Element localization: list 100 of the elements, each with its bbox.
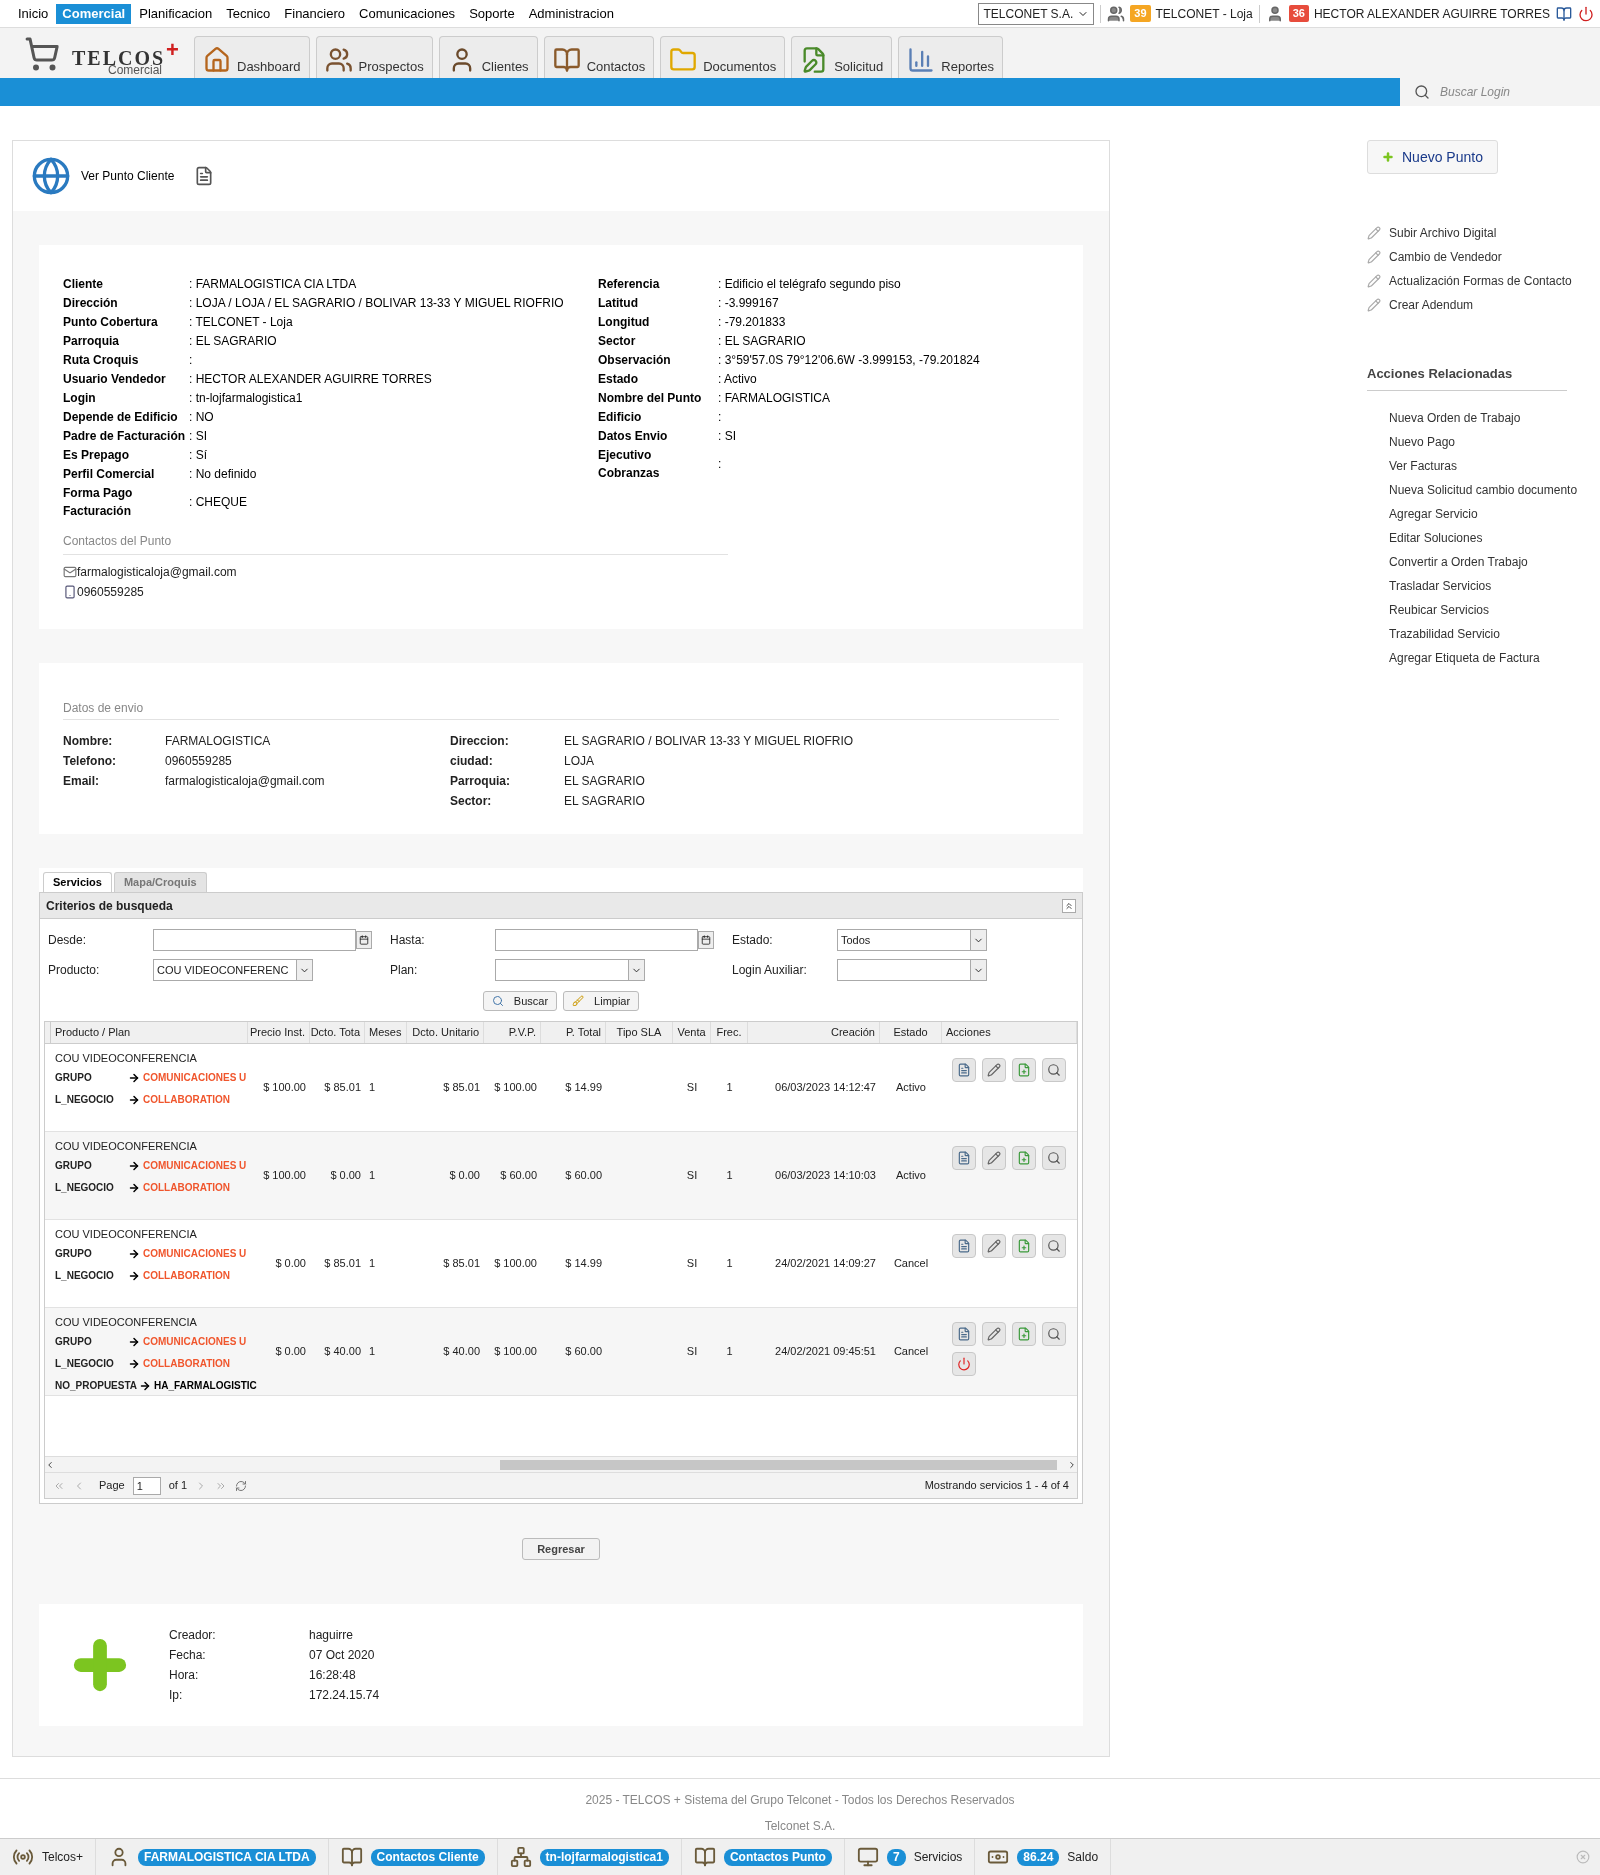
document-add-button[interactable] [1012, 1146, 1036, 1170]
select-field[interactable]: COU VIDEOCONFERENC [153, 959, 313, 981]
collapse-button[interactable] [1062, 898, 1076, 913]
column-header[interactable]: Acciones [942, 1022, 1077, 1043]
pencil-button[interactable] [982, 1146, 1006, 1170]
module-tab[interactable]: Clientes [438, 36, 538, 78]
menu-item[interactable]: Comunicaciones [353, 3, 462, 24]
clear-button[interactable]: Limpiar [563, 991, 640, 1011]
column-header[interactable]: P.V.P. [484, 1022, 541, 1043]
menu-item[interactable]: Comercial [56, 3, 132, 24]
document-button[interactable] [952, 1234, 976, 1258]
search-box[interactable]: Buscar Login [1400, 78, 1600, 106]
action-link[interactable]: Cambio de Vendedor [1367, 248, 1592, 266]
column-header[interactable]: Venta [673, 1022, 711, 1043]
new-point-button[interactable]: Nuevo Punto [1367, 140, 1498, 174]
taskbar-item[interactable]: 7 Servicios [844, 1839, 976, 1875]
back-button[interactable]: Regresar [522, 1538, 600, 1560]
taskbar-item[interactable]: 86.24 Saldo [975, 1839, 1112, 1875]
field-label: Cliente [63, 276, 104, 293]
module-tab[interactable]: Contactos [543, 36, 655, 78]
column-header[interactable]: Estado [880, 1022, 942, 1043]
search-login-field[interactable]: Buscar Login [1440, 80, 1600, 104]
menu-item[interactable]: Planificacion [133, 3, 219, 24]
document-button[interactable] [952, 1058, 976, 1082]
document-add-button[interactable] [1012, 1058, 1036, 1082]
date-field[interactable] [153, 929, 356, 951]
column-header[interactable]: Tipo SLA [606, 1022, 673, 1043]
field-value: : FARMALOGISTICA [718, 390, 831, 407]
module-tab[interactable]: Reportes [898, 36, 1004, 78]
column-header[interactable]: Dcto. Tota [310, 1022, 365, 1043]
scroll-left-icon[interactable] [45, 1459, 55, 1470]
select-field[interactable]: Todos [837, 929, 987, 951]
menu-item[interactable]: Financiero [278, 3, 351, 24]
action-link[interactable]: Agregar Servicio [1389, 504, 1592, 523]
scrollbar-thumb[interactable] [500, 1459, 1057, 1470]
pencil-button[interactable] [982, 1058, 1006, 1082]
refresh-icon[interactable] [235, 1479, 248, 1492]
document-button[interactable] [952, 1146, 976, 1170]
tab[interactable]: Servicios [43, 872, 112, 892]
pencil-button[interactable] [982, 1322, 1006, 1346]
company-select[interactable]: TELCONET S.A. [978, 2, 1095, 25]
taskbar-item[interactable]: Telcos+ [0, 1839, 97, 1875]
power-button[interactable] [952, 1352, 976, 1376]
column-header[interactable]: Producto / Plan [51, 1022, 248, 1043]
calendar-button[interactable] [356, 931, 372, 949]
taskbar-item[interactable]: tn-lojfarmalogistica1 [497, 1839, 682, 1875]
action-link[interactable]: Crear Adendum [1367, 296, 1592, 314]
action-link[interactable]: Subir Archivo Digital [1367, 224, 1592, 242]
action-link[interactable]: Nueva Orden de Trabajo [1389, 408, 1592, 427]
action-link[interactable]: Nueva Solicitud cambio documento [1389, 480, 1592, 499]
action-link[interactable]: Convertir a Orden Trabajo [1389, 552, 1592, 571]
date-field[interactable] [495, 929, 698, 951]
select-field[interactable] [495, 959, 645, 981]
column-header[interactable]: Frec. [711, 1022, 748, 1043]
module-tab[interactable]: Solicitud [791, 36, 893, 78]
book-icon[interactable] [1556, 5, 1572, 22]
module-tab[interactable]: Prospectos [315, 36, 433, 78]
taskbar-item[interactable]: Contactos Punto [681, 1839, 845, 1875]
search-button[interactable]: Buscar [482, 991, 558, 1011]
search-button[interactable] [1042, 1058, 1066, 1082]
attribute-value: COMUNICACIONES U [143, 1071, 247, 1085]
action-link[interactable]: Trasladar Servicios [1389, 576, 1592, 595]
menu-item[interactable]: Administracion [522, 3, 620, 24]
search-button[interactable] [1042, 1322, 1066, 1346]
action-link[interactable]: Agregar Etiqueta de Factura [1389, 648, 1592, 667]
taskbar-item[interactable]: Contactos Cliente [328, 1839, 498, 1875]
action-link[interactable]: Reubicar Servicios [1389, 600, 1592, 619]
select-field[interactable] [837, 959, 987, 981]
column-header[interactable]: Meses [365, 1022, 407, 1043]
tab[interactable]: Mapa/Croquis [113, 872, 207, 892]
column-header[interactable]: P. Total [541, 1022, 606, 1043]
menu-item[interactable]: Tecnico [220, 3, 277, 24]
action-link[interactable]: Editar Soluciones [1389, 528, 1592, 547]
document-add-button[interactable] [1012, 1322, 1036, 1346]
scroll-right-icon[interactable] [1067, 1459, 1077, 1470]
action-link[interactable]: Ver Facturas [1389, 456, 1592, 475]
pencil-button[interactable] [982, 1234, 1006, 1258]
search-icon [1414, 84, 1430, 100]
menu-item[interactable]: Inicio [12, 3, 55, 24]
module-tab[interactable]: Documentos [660, 36, 786, 78]
power-icon[interactable] [1578, 5, 1594, 22]
action-link[interactable]: Nuevo Pago [1389, 432, 1592, 451]
document-button[interactable] [952, 1322, 976, 1346]
calendar-button[interactable] [698, 931, 714, 949]
pencil-icon [987, 1151, 1001, 1165]
document-add-button[interactable] [1012, 1234, 1036, 1258]
menu-item[interactable]: Soporte [463, 3, 521, 24]
search-button[interactable] [1042, 1146, 1066, 1170]
column-header[interactable]: Dcto. Unitario [407, 1022, 484, 1043]
search-button[interactable] [1042, 1234, 1066, 1258]
column-header[interactable]: Precio Inst. [248, 1022, 310, 1043]
column-header[interactable]: Creación [748, 1022, 880, 1043]
page-field[interactable]: 1 [132, 1476, 161, 1495]
document-icon[interactable] [194, 166, 215, 186]
arrow-icon [127, 1071, 141, 1084]
action-link[interactable]: Trazabilidad Servicio [1389, 624, 1592, 643]
action-link[interactable]: Actualización Formas de Contacto [1367, 272, 1592, 290]
taskbar-item[interactable]: FARMALOGISTICA CIA LTDA [96, 1839, 329, 1875]
module-tab[interactable]: Dashboard [194, 36, 310, 78]
field-value: haguirre [309, 1627, 354, 1644]
